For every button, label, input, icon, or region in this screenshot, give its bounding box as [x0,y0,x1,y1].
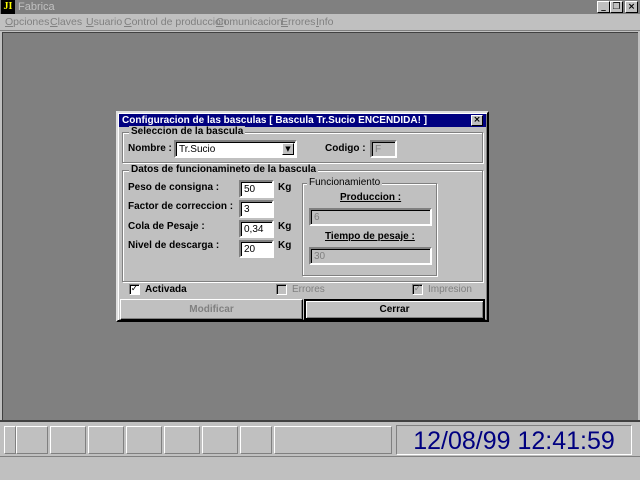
status-panel-8 [240,426,272,454]
nivel-descarga-unit: Kg [278,240,292,251]
cola-pesaje-input[interactable]: 0,34 [239,220,274,238]
errores-checkbox [276,284,287,295]
modificar-button: Modificar [120,299,303,320]
menu-info[interactable]: Info [316,16,334,29]
menu-opciones[interactable]: Opciones [5,16,49,29]
activada-checkbox[interactable]: ✓ [129,284,140,295]
modificar-label: Modificar [189,304,234,315]
menu-errores[interactable]: Errores [281,16,315,29]
tiempo-pesaje-label: Tiempo de pesaje : [325,231,415,242]
cola-pesaje-value: 0,34 [244,224,264,235]
nivel-descarga-value: 20 [244,244,256,255]
clock-display: 12/08/99 12:41:59 [396,425,632,455]
tiempo-pesaje-value: 30 [314,251,326,262]
status-panel-9 [274,426,392,454]
menu-control-produccion[interactable]: Control de produccion [124,16,227,29]
seleccion-group-title: Seleccion de la bascula [129,126,246,138]
nombre-value: Tr.Sucio [179,144,216,155]
datos-group-title: Datos de funcionamineto de la bascula [129,164,319,176]
funcionamiento-title: Funcionamiento [307,177,383,189]
menu-claves[interactable]: Claves [50,16,82,29]
nombre-select[interactable]: Tr.Sucio ▼ [174,140,297,158]
status-panel-2 [16,426,48,454]
impresion-checkbox: ✓ [412,284,423,295]
produccion-label: Produccion : [340,192,402,203]
activada-label[interactable]: Activada [145,284,187,296]
close-icon: × [473,115,481,125]
status-panel-5 [126,426,162,454]
bottom-strip [0,456,640,480]
dialog-title: Configuracion de las basculas [ Bascula … [122,115,428,126]
codigo-value: F [375,144,382,155]
window-title: Fabrica [18,1,55,13]
funcionamiento-group: Funcionamiento Produccion : 6 Tiempo de … [302,177,437,276]
status-bar: 12/08/99 12:41:59 [0,420,640,456]
factor-correccion-value: 3 [244,204,250,215]
menu-comunicacion[interactable]: Comunicacion [216,16,283,29]
cola-pesaje-label: Cola de Pesaje : [128,221,205,232]
close-icon: × [627,2,636,12]
produccion-value: 6 [314,212,320,223]
restore-icon: ❐ [612,2,621,12]
menu-usuario[interactable]: Usuario [86,16,122,29]
minimize-button[interactable]: _ [597,1,610,13]
datos-group: Datos de funcionamineto de la bascula Pe… [122,164,483,282]
cerrar-label: Cerrar [379,304,410,315]
impresion-label: Impresion [428,284,472,295]
nivel-descarga-label: Nivel de descarga : [128,240,220,251]
status-panel-6 [164,426,200,454]
factor-correccion-input[interactable]: 3 [239,200,274,218]
nombre-label: Nombre : [128,143,172,154]
peso-consigna-label: Peso de consigna : [128,182,220,193]
status-panel-4 [88,426,124,454]
status-panel-3 [50,426,86,454]
cerrar-button[interactable]: Cerrar [304,299,485,320]
chevron-down-icon[interactable]: ▼ [282,143,294,155]
dialog-close-button[interactable]: × [471,115,483,126]
seleccion-group: Seleccion de la bascula Nombre : Tr.Suci… [122,126,483,163]
main-title-bar: JI Fabrica _ ❐ × [0,0,640,14]
peso-consigna-value: 50 [244,184,256,195]
menu-bar: Opciones Claves Usuario Control de produ… [0,14,640,31]
minimize-icon: _ [601,2,606,12]
app-icon[interactable]: JI [1,0,15,14]
close-button[interactable]: × [625,1,638,13]
peso-consigna-unit: Kg [278,182,292,193]
status-panel-1 [4,426,16,454]
errores-label: Errores [292,284,325,295]
peso-consigna-input[interactable]: 50 [239,180,274,198]
factor-correccion-label: Factor de correccion : [128,201,234,212]
nivel-descarga-input[interactable]: 20 [239,240,274,258]
config-dialog: Configuracion de las basculas [ Bascula … [116,111,489,322]
status-panel-7 [202,426,238,454]
codigo-field: F [370,140,397,158]
tiempo-pesaje-field: 30 [309,247,432,265]
restore-button[interactable]: ❐ [610,1,623,13]
cola-pesaje-unit: Kg [278,221,292,232]
produccion-field: 6 [309,208,432,226]
codigo-label: Codigo : [325,143,366,154]
